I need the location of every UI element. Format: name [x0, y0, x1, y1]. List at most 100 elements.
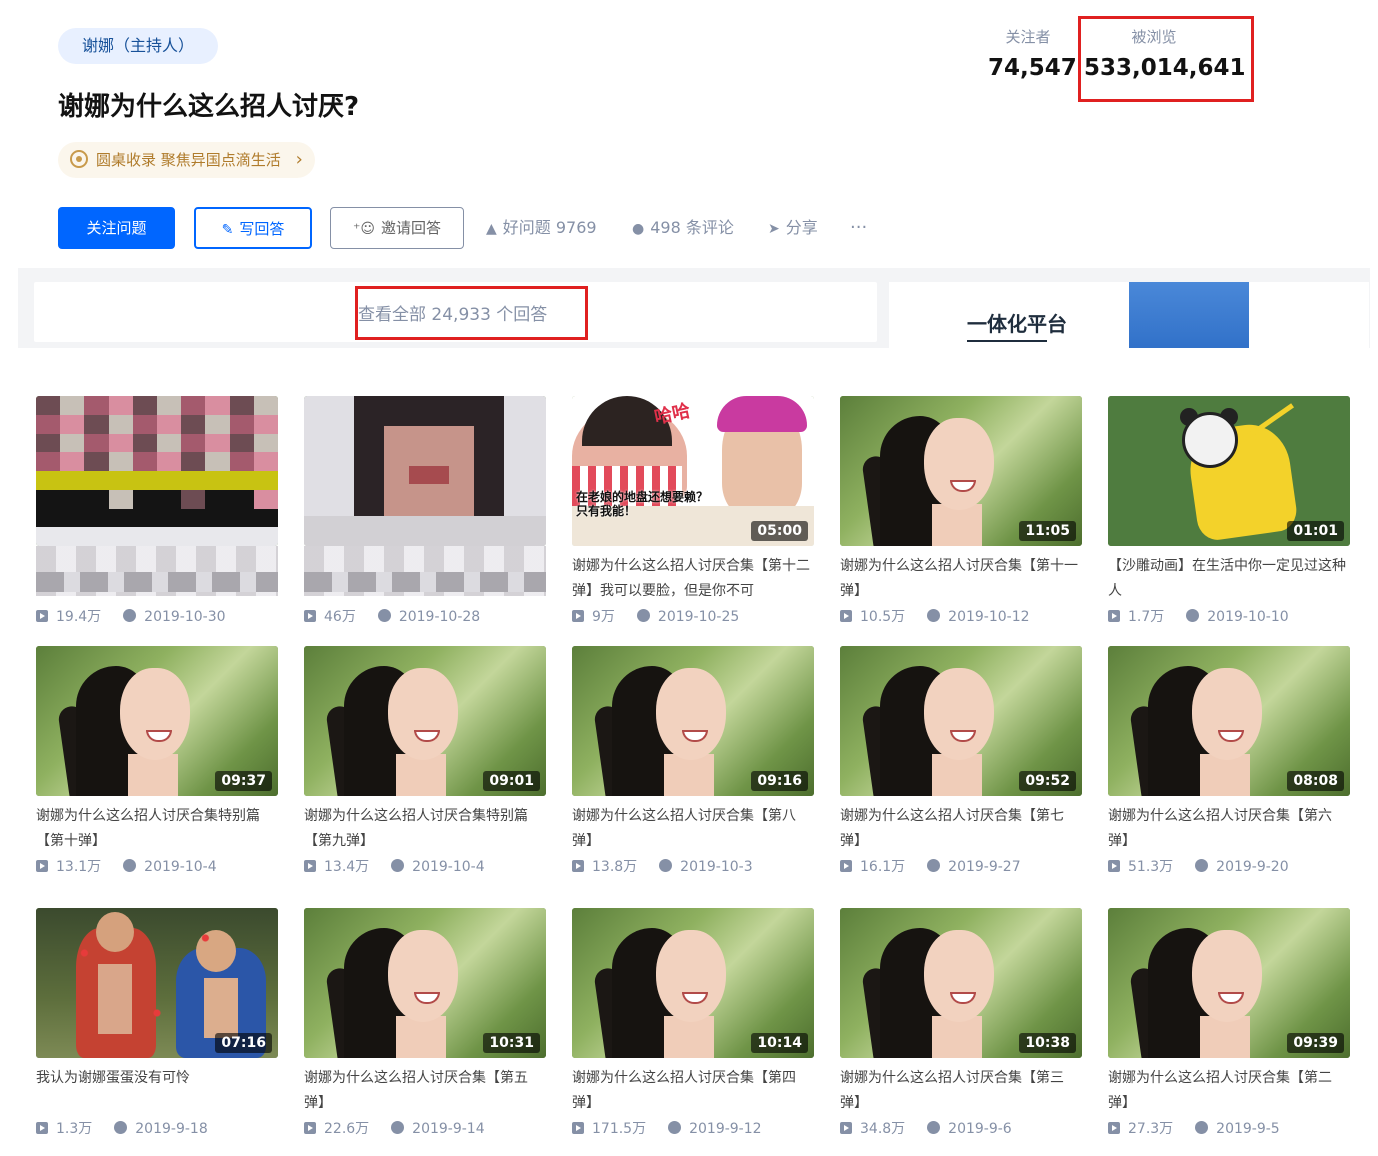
followers-stat[interactable]: 关注者 74,547 — [988, 26, 1077, 81]
video-card[interactable]: 10:31 谢娜为什么这么招人讨厌合集【第五弹】 22.6万 2019-9-14 — [304, 908, 546, 1138]
video-title[interactable]: 谢娜为什么这么招人讨厌合集【第五弹】 — [304, 1066, 546, 1116]
more-icon[interactable]: ··· — [850, 207, 867, 249]
play-icon — [840, 1122, 852, 1134]
thumbs-up-icon: ▲ — [486, 221, 497, 237]
share-button[interactable]: ➤ 分享 — [768, 207, 818, 249]
video-date: 2019-10-28 — [398, 609, 481, 625]
video-card[interactable]: 09:01 谢娜为什么这么招人讨厌合集特别篇【第九弹】 13.4万 2019-10… — [304, 646, 546, 876]
topic-tag[interactable]: 谢娜（主持人） — [58, 28, 219, 64]
clock-icon — [114, 1121, 128, 1134]
video-date: 2019-9-5 — [1216, 1121, 1280, 1137]
video-date: 2019-10-4 — [412, 859, 485, 875]
clock-icon — [123, 609, 137, 622]
video-title[interactable]: 谢娜为什么这么招人讨厌合集【第二弹】 — [1108, 1066, 1350, 1116]
video-card[interactable]: 01:01 【沙雕动画】在生活中你一定见过这种人 1.7万 2019-10-10 — [1108, 396, 1350, 626]
video-duration: 10:31 — [483, 1033, 540, 1053]
video-card[interactable]: 09:52 谢娜为什么这么招人讨厌合集【第七弹】 16.1万 2019-9-27 — [840, 646, 1082, 876]
video-meta: 46万 2019-10-28 — [304, 606, 546, 626]
invite-answer-button[interactable]: ⁺☺ 邀请回答 — [330, 207, 464, 249]
roundtable-label: 圆桌收录 聚焦异国点滴生活 — [96, 151, 281, 169]
video-duration: 01:01 — [1287, 521, 1344, 541]
clock-icon — [391, 1121, 405, 1134]
video-thumbnail[interactable] — [36, 396, 278, 546]
clock-icon — [668, 1121, 682, 1134]
blurred-title — [304, 572, 546, 592]
video-card[interactable]: 哈哈 在老娘的地盘还想要赖？ 只有我能！ 05:00 谢娜为什么这么招人讨厌合集【… — [572, 396, 814, 626]
video-thumbnail[interactable]: 09:16 — [572, 646, 814, 796]
video-thumbnail[interactable]: 10:31 — [304, 908, 546, 1058]
video-card[interactable]: 09:37 谢娜为什么这么招人讨厌合集特别篇【第十弹】 13.1万 2019-10… — [36, 646, 278, 876]
play-icon — [304, 860, 316, 872]
video-title[interactable]: 谢娜为什么这么招人讨厌合集【第三弹】 — [840, 1066, 1082, 1116]
video-card[interactable]: 09:16 谢娜为什么这么招人讨厌合集【第八弹】 13.8万 2019-10-3 — [572, 646, 814, 876]
good-question-label: 好问题 9769 — [502, 218, 597, 237]
video-thumbnail[interactable]: 08:08 — [1108, 646, 1350, 796]
video-thumbnail[interactable]: 09:01 — [304, 646, 546, 796]
comments-button[interactable]: ● 498 条评论 — [632, 207, 734, 249]
video-duration: 09:37 — [215, 771, 272, 791]
video-title[interactable]: 谢娜为什么这么招人讨厌合集【第四弹】 — [572, 1066, 814, 1116]
ad-banner[interactable]: 一体化平台 — [889, 282, 1369, 348]
video-card[interactable]: 10:14 谢娜为什么这么招人讨厌合集【第四弹】 171.5万 2019-9-12 — [572, 908, 814, 1138]
video-thumbnail[interactable]: 09:39 — [1108, 908, 1350, 1058]
video-date: 2019-10-12 — [948, 609, 1030, 625]
write-answer-label: 写回答 — [239, 220, 285, 238]
video-thumbnail[interactable]: 07:16 — [36, 908, 278, 1058]
video-thumbnail[interactable]: 09:37 — [36, 646, 278, 796]
video-duration: 07:16 — [215, 1033, 272, 1053]
video-thumbnail[interactable]: 11:05 — [840, 396, 1082, 546]
video-plays: 1.7万 — [1128, 609, 1165, 625]
video-title[interactable]: 谢娜为什么这么招人讨厌合集特别篇【第十弹】 — [36, 804, 278, 854]
video-title[interactable]: 我认为谢娜蛋蛋没有可怜 — [36, 1066, 278, 1116]
video-card[interactable]: 11:05 谢娜为什么这么招人讨厌合集【第十一弹】 10.5万 2019-10-1… — [840, 396, 1082, 626]
video-plays: 13.1万 — [56, 859, 102, 875]
video-meta: 13.8万 2019-10-3 — [572, 856, 814, 876]
write-answer-button[interactable]: ✎ 写回答 — [194, 207, 312, 249]
video-date: 2019-10-25 — [657, 609, 740, 625]
play-icon — [36, 860, 48, 872]
video-card[interactable]: 08:08 谢娜为什么这么招人讨厌合集【第六弹】 51.3万 2019-9-20 — [1108, 646, 1350, 876]
highlight-box-views — [1078, 16, 1254, 102]
video-thumbnail[interactable]: 10:14 — [572, 908, 814, 1058]
video-card[interactable]: 09:39 谢娜为什么这么招人讨厌合集【第二弹】 27.3万 2019-9-5 — [1108, 908, 1350, 1138]
video-meta: 171.5万 2019-9-12 — [572, 1118, 814, 1138]
video-card[interactable]: 10:38 谢娜为什么这么招人讨厌合集【第三弹】 34.8万 2019-9-6 — [840, 908, 1082, 1138]
blurred-title — [36, 572, 278, 592]
video-date: 2019-9-27 — [948, 859, 1021, 875]
roundtable-link[interactable]: 圆桌收录 聚焦异国点滴生活 › — [58, 142, 315, 178]
video-title[interactable]: 【沙雕动画】在生活中你一定见过这种人 — [1108, 554, 1350, 604]
video-title[interactable]: 谢娜为什么这么招人讨厌合集特别篇【第九弹】 — [304, 804, 546, 854]
video-plays: 22.6万 — [324, 1121, 370, 1137]
video-meta: 1.7万 2019-10-10 — [1108, 606, 1350, 626]
video-meta: 10.5万 2019-10-12 — [840, 606, 1082, 626]
video-thumbnail[interactable] — [304, 396, 546, 546]
video-plays: 10.5万 — [860, 609, 906, 625]
video-title[interactable]: 谢娜为什么这么招人讨厌合集【第八弹】 — [572, 804, 814, 854]
video-card[interactable]: 19.4万 2019-10-30 — [36, 396, 278, 626]
video-title[interactable]: 谢娜为什么这么招人讨厌合集【第七弹】 — [840, 804, 1082, 854]
video-thumbnail[interactable]: 09:52 — [840, 646, 1082, 796]
follow-question-button[interactable]: 关注问题 — [58, 207, 175, 249]
video-plays: 27.3万 — [1128, 1121, 1174, 1137]
good-question-button[interactable]: ▲ 好问题 9769 — [486, 207, 597, 249]
video-date: 2019-10-4 — [144, 859, 217, 875]
play-icon — [572, 1122, 584, 1134]
followers-label: 关注者 — [1005, 28, 1051, 46]
video-thumbnail[interactable]: 哈哈 在老娘的地盘还想要赖？ 只有我能！ 05:00 — [572, 396, 814, 546]
question-title: 谢娜为什么这么招人讨厌? — [58, 92, 360, 122]
video-title[interactable]: 谢娜为什么这么招人讨厌合集【第十一弹】 — [840, 554, 1082, 604]
video-card[interactable]: 07:16 我认为谢娜蛋蛋没有可怜 1.3万 2019-9-18 — [36, 908, 278, 1138]
video-plays: 46万 — [324, 609, 356, 625]
video-card[interactable]: 46万 2019-10-28 — [304, 396, 546, 626]
add-user-icon: ⁺☺ — [353, 221, 375, 237]
video-duration: 09:01 — [483, 771, 540, 791]
video-title[interactable]: 谢娜为什么这么招人讨厌合集【第六弹】 — [1108, 804, 1350, 854]
video-title[interactable]: 谢娜为什么这么招人讨厌合集【第十二弹】我可以要脸，但是你不可 — [572, 554, 814, 604]
clock-icon — [123, 859, 137, 872]
video-meta: 19.4万 2019-10-30 — [36, 606, 278, 626]
video-plays: 34.8万 — [860, 1121, 906, 1137]
video-plays: 51.3万 — [1128, 859, 1174, 875]
video-thumbnail[interactable]: 01:01 — [1108, 396, 1350, 546]
video-meta: 1.3万 2019-9-18 — [36, 1118, 278, 1138]
video-thumbnail[interactable]: 10:38 — [840, 908, 1082, 1058]
